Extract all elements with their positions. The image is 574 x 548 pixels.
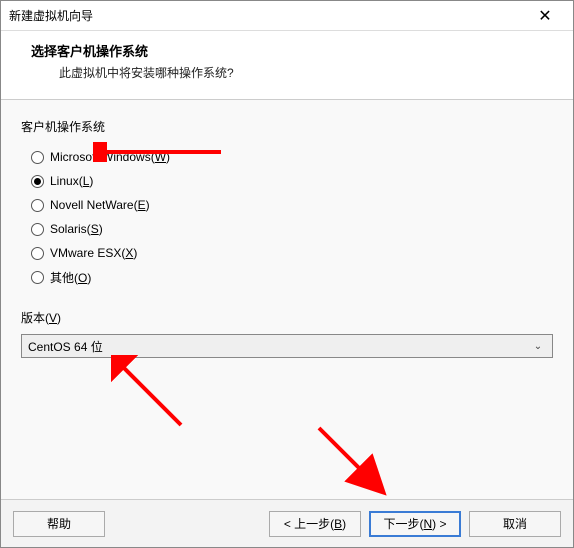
os-group-label: 客户机操作系统	[21, 118, 553, 135]
radio-label: Solaris(S)	[50, 222, 103, 236]
titlebar: 新建虚拟机向导 ✕	[1, 1, 573, 31]
wizard-window: 新建虚拟机向导 ✕ 选择客户机操作系统 此虚拟机中将安装哪种操作系统? 客户机操…	[0, 0, 574, 548]
os-option-linux[interactable]: Linux(L)	[31, 169, 553, 193]
version-dropdown[interactable]: CentOS 64 位 ⌄	[21, 334, 553, 358]
radio-label: Linux(L)	[50, 174, 93, 188]
dropdown-value: CentOS 64 位	[28, 338, 103, 355]
next-button[interactable]: 下一步(N) >	[369, 511, 461, 537]
page-subtitle: 此虚拟机中将安装哪种操作系统?	[59, 64, 553, 81]
os-option-vmware-esx[interactable]: VMware ESX(X)	[31, 241, 553, 265]
radio-label: Microsoft Windows(W)	[50, 150, 170, 164]
window-title: 新建虚拟机向导	[9, 7, 525, 24]
radio-label: VMware ESX(X)	[50, 246, 137, 260]
annotation-arrow-icon	[111, 355, 191, 435]
close-icon[interactable]: ✕	[525, 1, 565, 31]
os-option-solaris[interactable]: Solaris(S)	[31, 217, 553, 241]
os-option-windows[interactable]: Microsoft Windows(W)	[31, 145, 553, 169]
help-button[interactable]: 帮助	[13, 511, 105, 537]
radio-label: Novell NetWare(E)	[50, 198, 150, 212]
radio-icon	[31, 199, 44, 212]
radio-icon	[31, 271, 44, 284]
chevron-down-icon: ⌄	[530, 341, 546, 352]
wizard-content: 客户机操作系统 Microsoft Windows(W) Linux(L) No…	[1, 100, 573, 499]
radio-label: 其他(O)	[50, 269, 91, 286]
os-option-other[interactable]: 其他(O)	[31, 265, 553, 289]
radio-icon	[31, 151, 44, 164]
back-button[interactable]: < 上一步(B)	[269, 511, 361, 537]
radio-icon	[31, 247, 44, 260]
annotation-arrow-icon	[311, 420, 391, 500]
page-title: 选择客户机操作系统	[31, 41, 553, 60]
os-option-netware[interactable]: Novell NetWare(E)	[31, 193, 553, 217]
radio-icon	[31, 175, 44, 188]
cancel-button[interactable]: 取消	[469, 511, 561, 537]
os-radio-group: Microsoft Windows(W) Linux(L) Novell Net…	[21, 145, 553, 289]
radio-icon	[31, 223, 44, 236]
version-label: 版本(V)	[21, 309, 553, 326]
wizard-header: 选择客户机操作系统 此虚拟机中将安装哪种操作系统?	[1, 31, 573, 100]
wizard-footer: 帮助 < 上一步(B) 下一步(N) > 取消	[1, 499, 573, 547]
